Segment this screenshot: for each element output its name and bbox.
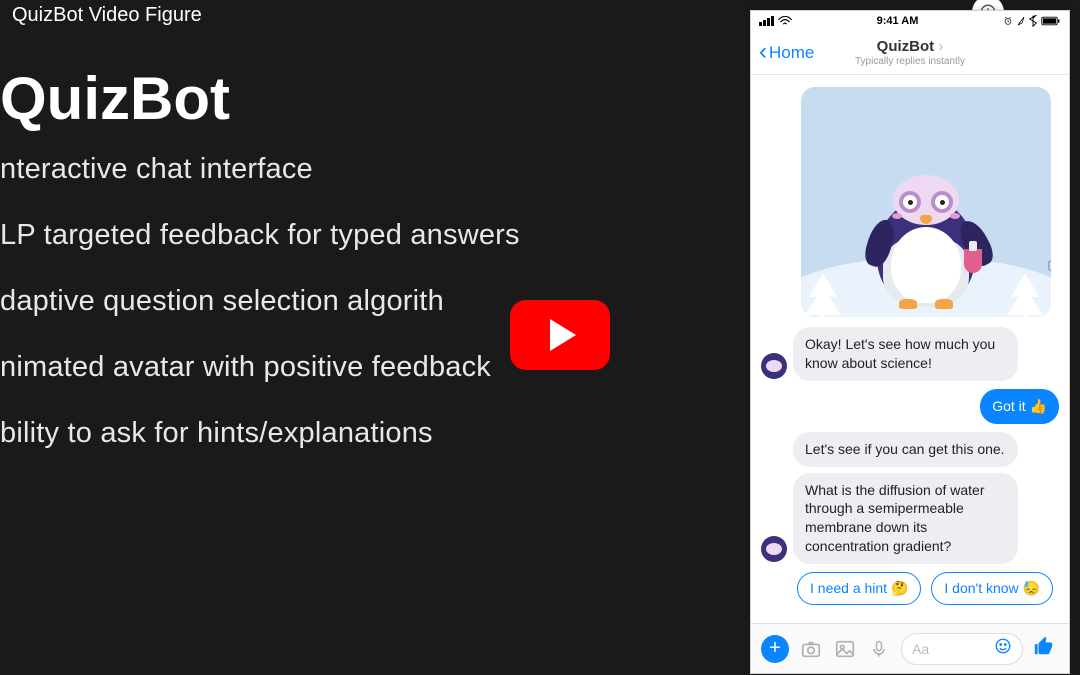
add-button[interactable]: + bbox=[761, 635, 789, 663]
message-row: Okay! Let's see how much you know about … bbox=[761, 327, 1059, 381]
bot-message: Okay! Let's see how much you know about … bbox=[793, 327, 1018, 381]
penguin-avatar bbox=[866, 157, 986, 307]
phone-mockup: 9:41 AM ‹ Home QuizBot Typically replies… bbox=[750, 10, 1070, 674]
gallery-icon[interactable] bbox=[833, 637, 857, 661]
user-message: Got it 👍 bbox=[980, 389, 1059, 424]
battery-icon bbox=[1041, 16, 1061, 26]
bot-message: Let's see if you can get this one. bbox=[793, 432, 1018, 467]
chat-title[interactable]: QuizBot bbox=[855, 38, 965, 55]
slide-heading: QuizBot bbox=[0, 64, 230, 133]
message-row: Let's see if you can get this one. What … bbox=[761, 432, 1059, 564]
flask-icon bbox=[964, 249, 982, 273]
quick-reply-row: I need a hint 🤔 I don't know 😓 bbox=[797, 572, 1059, 605]
emoji-icon[interactable] bbox=[994, 637, 1012, 660]
bot-avatar-icon[interactable] bbox=[761, 353, 787, 379]
bot-message: What is the diffusion of water through a… bbox=[793, 473, 1018, 565]
back-button[interactable]: ‹ Home bbox=[759, 41, 814, 65]
message-input[interactable]: Aa bbox=[901, 633, 1023, 665]
slide-bullets: nteractive chat interface LP targeted fe… bbox=[0, 154, 520, 483]
play-icon bbox=[550, 319, 576, 351]
bot-hero-image[interactable] bbox=[801, 87, 1051, 317]
status-bar: 9:41 AM bbox=[751, 11, 1069, 31]
bullet-item: bility to ask for hints/explanations bbox=[0, 418, 520, 450]
chat-header: ‹ Home QuizBot Typically replies instant… bbox=[751, 31, 1069, 75]
quick-reply-idk[interactable]: I don't know 😓 bbox=[931, 572, 1053, 605]
chat-subtitle: Typically replies instantly bbox=[855, 56, 965, 67]
quick-reply-hint[interactable]: I need a hint 🤔 bbox=[797, 572, 921, 605]
bullet-item: nteractive chat interface bbox=[0, 154, 520, 186]
location-icon bbox=[1017, 16, 1025, 26]
bullet-item: LP targeted feedback for typed answers bbox=[0, 220, 520, 252]
message-row: Got it 👍 bbox=[761, 389, 1059, 424]
share-icon[interactable] bbox=[1039, 245, 1051, 279]
status-time: 9:41 AM bbox=[877, 15, 919, 27]
camera-icon[interactable] bbox=[799, 637, 823, 661]
chevron-left-icon: ‹ bbox=[759, 40, 767, 64]
mic-icon[interactable] bbox=[867, 637, 891, 661]
like-button[interactable] bbox=[1033, 635, 1059, 663]
bullet-item: daptive question selection algorith bbox=[0, 286, 520, 318]
bluetooth-icon bbox=[1029, 15, 1037, 27]
play-button[interactable] bbox=[510, 300, 610, 370]
signal-icon bbox=[759, 16, 774, 26]
composer-bar: + Aa bbox=[751, 623, 1069, 673]
bot-avatar-icon[interactable] bbox=[761, 536, 787, 562]
message-placeholder: Aa bbox=[912, 641, 929, 657]
chat-body[interactable]: Okay! Let's see how much you know about … bbox=[751, 75, 1069, 623]
video-player-frame[interactable]: QuizBot Video Figure Ver más tarde QuizB… bbox=[0, 0, 1080, 675]
video-title: QuizBot Video Figure bbox=[12, 4, 202, 27]
wifi-icon bbox=[778, 16, 792, 26]
back-label: Home bbox=[769, 43, 814, 63]
alarm-icon bbox=[1003, 16, 1013, 26]
bullet-item: nimated avatar with positive feedback bbox=[0, 352, 520, 384]
